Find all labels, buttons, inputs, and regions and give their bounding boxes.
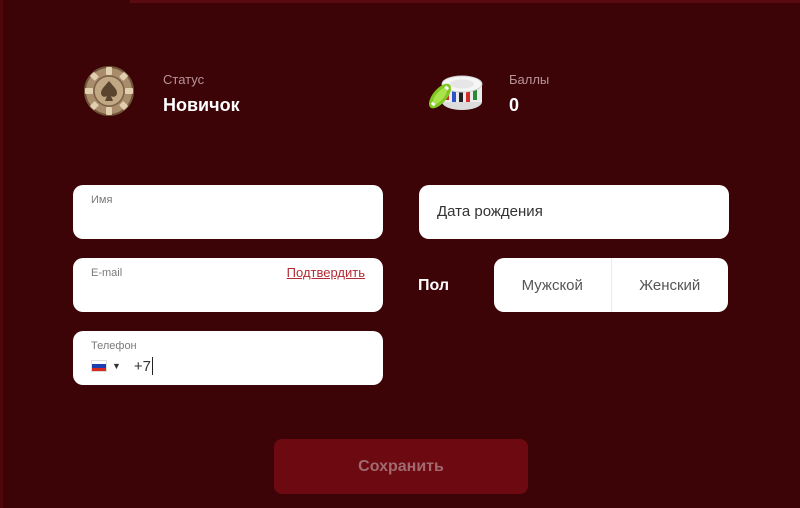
poker-chip-icon [84, 66, 134, 116]
left-edge [0, 0, 3, 508]
status-stat: Статус Новичок [84, 66, 240, 116]
email-field[interactable]: E-mail Подтвердить [73, 258, 383, 312]
confirm-email-link[interactable]: Подтвердить [287, 265, 365, 280]
phone-field[interactable]: Телефон ▼ +7 [73, 331, 383, 385]
name-input[interactable] [91, 211, 365, 231]
points-value: 0 [509, 95, 520, 115]
text-cursor [152, 357, 154, 375]
email-input[interactable] [91, 284, 365, 304]
gender-option-female[interactable]: Женский [612, 258, 729, 312]
chip-stack-icon [428, 75, 483, 110]
points-label: Баллы [509, 72, 550, 87]
birthdate-field[interactable]: Дата рождения [419, 185, 729, 239]
top-divider [130, 0, 800, 3]
gender-toggle: Мужской Женский [494, 258, 728, 312]
name-field[interactable]: Имя [73, 185, 383, 239]
status-label: Статус [163, 72, 205, 87]
gender-label: Пол [418, 277, 450, 294]
name-label: Имя [91, 194, 113, 206]
points-stat: Баллы 0 [424, 66, 549, 116]
phone-label: Телефон [91, 340, 137, 352]
ru-flag-icon[interactable] [91, 360, 107, 372]
phone-code: +7 [133, 357, 152, 375]
birthdate-placeholder: Дата рождения [437, 203, 543, 220]
country-dropdown-caret-icon[interactable]: ▼ [112, 361, 121, 371]
gender-option-male[interactable]: Мужской [494, 258, 612, 312]
status-value: Новичок [163, 95, 240, 115]
email-label: E-mail [91, 267, 123, 279]
save-button[interactable]: Сохранить [274, 439, 528, 494]
